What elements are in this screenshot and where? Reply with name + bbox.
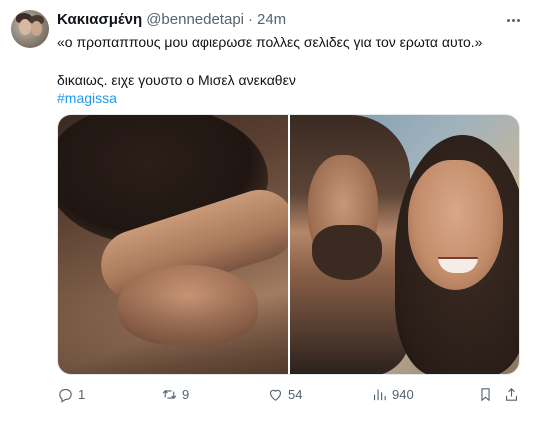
tweet-text-line-1: «ο προπαππους μου αφιερωσε πολλες σελιδε… (57, 34, 483, 50)
heart-icon (269, 389, 282, 401)
tweet-header: Κακιασμένη @bennedetapi · 24m (57, 10, 286, 28)
views-count: 940 (392, 387, 414, 402)
hashtag-link[interactable]: #magissa (57, 89, 117, 107)
like-count: 54 (288, 387, 303, 402)
comment-icon (59, 388, 72, 403)
separator: · (248, 10, 253, 28)
share-button[interactable] (503, 386, 520, 403)
bookmark-button[interactable] (477, 386, 494, 403)
repost-button[interactable]: 9 (161, 386, 189, 403)
avatar[interactable] (11, 10, 49, 48)
timestamp[interactable]: 24m (257, 11, 286, 28)
views-chart-icon (373, 389, 386, 401)
photo-embrace[interactable] (58, 115, 288, 374)
bookmark-icon (481, 388, 490, 402)
like-button[interactable]: 54 (267, 386, 302, 403)
reply-button[interactable]: 1 (57, 386, 85, 403)
action-bar: 1 9 54 940 (57, 386, 520, 406)
author-name[interactable]: Κακιασμένη (57, 11, 142, 28)
media-grid (57, 114, 520, 375)
repost-count: 9 (182, 387, 190, 402)
reply-count: 1 (78, 387, 86, 402)
share-icon (505, 388, 518, 401)
more-dots-icon[interactable] (502, 9, 524, 31)
photo-smiling-couple[interactable] (290, 115, 519, 374)
views-button[interactable]: 940 (371, 386, 414, 403)
repost-icon (162, 390, 177, 399)
author-handle[interactable]: @bennedetapi (146, 11, 244, 28)
tweet-text-line-2: δικαιως. ειχε γουστο ο Μισελ ανεκαθεν (57, 72, 296, 88)
tweet[interactable]: Κακιασμένη @bennedetapi · 24m «ο προπαππ… (0, 0, 536, 421)
